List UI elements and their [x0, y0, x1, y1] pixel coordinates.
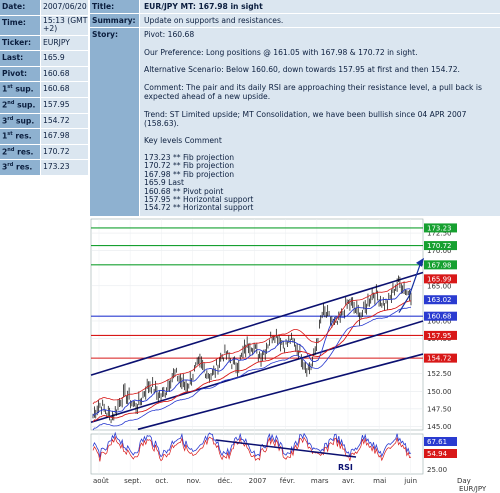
info-value: 2007/06/20 [41, 0, 88, 15]
info-value: 167.98 [41, 129, 88, 144]
y-tick-label: 150.00 [427, 388, 452, 396]
price-tag: 157.95 [424, 330, 457, 340]
y-tick-label: 152.50 [427, 370, 452, 378]
info-label: 2nd sup. [0, 97, 40, 113]
info-value: 160.68 [41, 66, 88, 82]
x-tick-label: mars [311, 477, 329, 485]
y-tick-label: 165.00 [427, 282, 452, 290]
summary-label: Summary: [90, 14, 139, 27]
story-trend: Trend: ST Limited upside; MT Consolidati… [144, 109, 467, 128]
info-row-sup3: 3rd sup. 154.72 [0, 113, 88, 130]
x-tick-label: Day [457, 477, 471, 485]
page-title: EUR/JPY MT: 167.98 in sight [140, 0, 500, 13]
info-label: 3rd sup. [0, 113, 40, 129]
info-row-res2: 2nd res. 170.72 [0, 144, 88, 161]
info-row-res3: 3rd res. 173.23 [0, 160, 88, 176]
info-value: 157.95 [41, 97, 88, 113]
story-levels-header: Key levels Comment [144, 136, 222, 146]
x-tick-label: sept. [124, 477, 141, 485]
rsi-tick-label: 25.00 [427, 466, 447, 474]
x-tick-label: avr. [342, 477, 355, 485]
price-tag-label: 170.72 [427, 242, 452, 250]
info-label: 1st sup. [0, 82, 40, 97]
story-comment: Comment: The pair and its daily RSI are … [144, 82, 482, 101]
info-value: 15:13 (GMT +2) [41, 15, 88, 35]
info-value: 173.23 [41, 160, 88, 175]
info-label: Date: [0, 0, 40, 15]
key-level: 167.98 ** Fib projection [144, 169, 235, 179]
y-axis: 172.50170.00165.00160.00157.50152.50150.… [427, 230, 452, 431]
price-tag: 170.72 [424, 241, 457, 251]
info-row-last: Last: 165.9 [0, 51, 88, 67]
price-tag-label: 165.99 [427, 275, 452, 283]
rsi-tick-label: 54.94 [427, 450, 448, 458]
x-tick-label: août [93, 477, 109, 485]
info-value: 154.72 [41, 113, 88, 129]
info-table: Date: 2007/06/20 Time: 15:13 (GMT +2) Ti… [0, 0, 88, 176]
rsi-tick-label: 67.61 [427, 438, 447, 446]
info-label: 3rd res. [0, 160, 40, 175]
x-tick-label: déc. [218, 477, 233, 485]
rsi-tick: 67.61 [424, 437, 457, 446]
info-value: EURJPY [41, 35, 88, 51]
rsi-tick: 25.00 [427, 466, 447, 474]
chart-svg: RSI 67.61 54.94 25.00 172.50170.00165.00160… [90, 218, 487, 493]
price-tag: 173.23 [424, 223, 457, 233]
info-value: 165.9 [41, 51, 88, 66]
info-value: 170.72 [41, 144, 88, 160]
story-pivot: Pivot: 160.68 [144, 30, 195, 39]
x-axis-sublabel: EUR/JPY [459, 485, 487, 493]
price-tag-label: 167.98 [427, 261, 452, 269]
info-label: 2nd res. [0, 144, 40, 160]
price-tag-label: 160.68 [427, 313, 452, 321]
price-tag: 165.99 [424, 274, 457, 284]
y-tick-label: 147.50 [427, 405, 452, 413]
rsi-tick: 54.94 [424, 449, 457, 458]
info-row-sup1: 1st sup. 160.68 [0, 82, 88, 98]
story-preference: Our Preference: Long positions @ 161.05 … [144, 47, 418, 57]
price-tag: 160.68 [424, 311, 457, 321]
info-row-date: Date: 2007/06/20 [0, 0, 88, 16]
story-panel: Title: EUR/JPY MT: 167.98 in sight Summa… [90, 0, 500, 218]
title-row: Title: EUR/JPY MT: 167.98 in sight [90, 0, 500, 13]
price-tag: 154.72 [424, 353, 457, 363]
key-level: 154.72 ** Horizontal support [144, 203, 254, 213]
info-label: Pivot: [0, 66, 40, 82]
summary-text: Update on supports and resistances. [140, 14, 500, 27]
info-row-ticker: Ticker: EURJPY [0, 35, 88, 52]
story-alternative: Alternative Scenario: Below 160.60, down… [144, 65, 460, 75]
info-label: Time: [0, 15, 40, 35]
x-tick-label: juin [403, 477, 417, 485]
price-tag: 167.98 [424, 260, 457, 270]
x-tick-label: févr. [280, 477, 295, 485]
rsi-label: RSI [338, 463, 353, 472]
info-row-res1: 1st res. 167.98 [0, 129, 88, 145]
price-tag: 163.02 [424, 295, 457, 305]
price-tag-label: 173.23 [427, 224, 452, 232]
story-label: Story: [90, 28, 139, 216]
x-axis: août sept. oct. nov. déc. 2007 févr. mars avr. ma… [93, 477, 487, 493]
x-tick-label: 2007 [249, 477, 267, 485]
info-label: 1st res. [0, 129, 40, 144]
price-tag-label: 157.95 [427, 332, 452, 340]
info-label: Last: [0, 51, 40, 66]
summary-row: Summary: Update on supports and resistan… [90, 14, 500, 27]
info-row-sup2: 2nd sup. 157.95 [0, 97, 88, 114]
price-tag-label: 163.02 [427, 296, 452, 304]
title-label: Title: [90, 0, 139, 13]
info-row-pivot: Pivot: 160.68 [0, 66, 88, 83]
info-row-time: Time: 15:13 (GMT +2) [0, 15, 88, 36]
x-tick-label: mai [373, 477, 386, 485]
y-tick-label: 145.00 [427, 423, 452, 431]
x-tick-label: nov. [186, 477, 201, 485]
story-text: Pivot: 160.68 Our Preference: Long posit… [140, 28, 500, 216]
price-tag-label: 154.72 [427, 355, 452, 363]
info-label: Ticker: [0, 35, 40, 51]
page: Date: 2007/06/20 Time: 15:13 (GMT +2) Ti… [0, 0, 500, 493]
x-tick-label: oct. [155, 477, 168, 485]
price-chart: RSI 67.61 54.94 25.00 172.50 170.00 165.00 160… [88, 218, 500, 493]
info-value: 160.68 [41, 82, 88, 97]
story-row: Story: Pivot: 160.68 Our Preference: Lon… [90, 28, 500, 216]
